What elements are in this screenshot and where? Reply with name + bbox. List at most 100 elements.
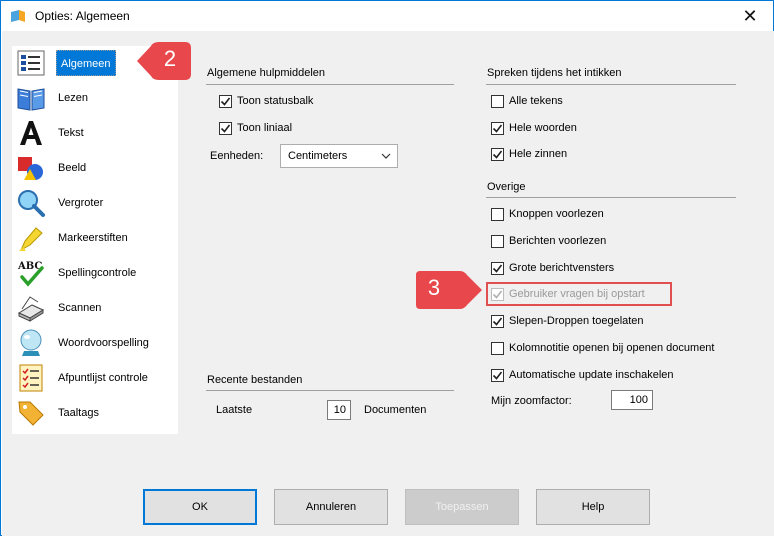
tag-icon: [18, 401, 44, 426]
checkbox-toon-liniaal[interactable]: Toon liniaal: [219, 119, 292, 137]
sidebar-item-label: Algemeen: [56, 50, 116, 76]
checkbox-kolomnotitie[interactable]: Kolomnotitie openen bij openen document: [491, 339, 714, 357]
sidebar-item-markeerstiften[interactable]: Markeerstiften: [12, 221, 178, 255]
sidebar-item-lezen[interactable]: Lezen: [12, 81, 178, 115]
step-callout-3: 3: [414, 265, 482, 315]
checkbox-box: [219, 121, 232, 135]
eenheden-label: Eenheden:: [210, 150, 264, 162]
checkbox-berichten-voorlezen[interactable]: Berichten voorlezen: [491, 232, 606, 250]
close-button[interactable]: ✕: [727, 1, 773, 31]
sidebar-item-scannen[interactable]: Scannen: [12, 291, 178, 325]
cancel-button[interactable]: Annuleren: [274, 489, 388, 525]
checkbox-label: Hele zinnen: [509, 148, 568, 160]
laatste-label: Laatste: [216, 404, 253, 416]
sidebar-item-label: Lezen: [58, 92, 88, 104]
documenten-label: Documenten: [364, 404, 427, 416]
sidebar-item-label: Woordvoorspelling: [58, 337, 149, 349]
group-title-hulpmiddelen: Algemene hulpmiddelen: [207, 67, 326, 79]
group-title-recente: Recente bestanden: [207, 374, 303, 386]
scanner-icon: [17, 296, 45, 322]
magnifier-icon: [18, 190, 45, 217]
apply-button[interactable]: Toepassen: [405, 489, 519, 525]
checkbox-gebruiker-vragen[interactable]: Gebruiker vragen bij opstart: [491, 285, 645, 303]
select-value: Centimeters: [288, 150, 348, 162]
help-button[interactable]: Help: [536, 489, 650, 525]
checkbox-label: Alle tekens: [509, 95, 563, 107]
callout-number: 2: [163, 46, 177, 71]
checkbox-box: [491, 314, 504, 328]
checkbox-alle-tekens[interactable]: Alle tekens: [491, 92, 563, 110]
checkbox-label: Hele woorden: [509, 122, 577, 134]
step-callout-2: 2: [135, 36, 195, 86]
chevron-down-icon: [381, 153, 391, 159]
checkbox-box: [491, 207, 504, 221]
group-divider: [206, 390, 454, 391]
checkbox-hele-zinnen[interactable]: Hele zinnen: [491, 145, 567, 163]
checkmark-icon: [492, 290, 503, 299]
checkbox-knoppen-voorlezen[interactable]: Knoppen voorlezen: [491, 205, 604, 223]
group-divider: [486, 84, 736, 85]
sidebar-item-label: Spellingcontrole: [58, 267, 137, 279]
highlighter-icon: [19, 227, 43, 252]
zoomfactor-label: Mijn zoomfactor:: [491, 395, 572, 407]
sidebar-item-vergroter[interactable]: Vergroter: [12, 186, 178, 220]
checkbox-box: [491, 261, 504, 275]
crystal-ball-icon: [20, 329, 42, 356]
sidebar-item-label: Afpuntlijst controle: [58, 372, 148, 384]
window-title: Opties: Algemeen: [35, 9, 130, 23]
sidebar-item-taaltags[interactable]: Taaltags: [12, 396, 178, 430]
checkbox-box: [491, 287, 504, 301]
letter-a-icon: [20, 121, 42, 145]
checkmark-icon: [492, 264, 503, 273]
checkbox-label: Kolomnotitie openen bij openen document: [509, 342, 715, 354]
category-sidebar: Algemeen Lezen Tekst Beeld Vergroter Mar…: [12, 46, 178, 434]
sidebar-item-woordvoorspelling[interactable]: Woordvoorspelling: [12, 326, 178, 360]
sidebar-item-tekst[interactable]: Tekst: [12, 116, 178, 150]
app-logo-icon: [11, 10, 25, 22]
close-icon: ✕: [742, 5, 758, 26]
checklist-icon: [19, 364, 43, 392]
checkbox-label: Slepen-Droppen toegelaten: [509, 315, 644, 327]
checkmark-icon: [492, 150, 503, 159]
group-title-overige: Overige: [487, 181, 526, 193]
checkbox-slepen-droppen[interactable]: Slepen-Droppen toegelaten: [491, 312, 644, 330]
shapes-icon: [18, 157, 43, 180]
checkmark-icon: [220, 124, 231, 133]
checkmark-icon: [220, 97, 231, 106]
checkbox-label: Berichten voorlezen: [509, 235, 607, 247]
callout-number: 3: [427, 275, 441, 300]
eenheden-select[interactable]: Centimeters: [280, 144, 398, 168]
checkbox-label: Toon statusbalk: [237, 95, 314, 107]
sidebar-item-label: Tekst: [58, 127, 84, 139]
group-divider: [206, 84, 454, 85]
checkbox-label: Automatische update inschakelen: [509, 369, 674, 381]
checkbox-hele-woorden[interactable]: Hele woorden: [491, 119, 577, 137]
ok-button[interactable]: OK: [143, 489, 257, 525]
sidebar-item-label: Vergroter: [58, 197, 104, 209]
sidebar-item-spellingcontrole[interactable]: ABC Spellingcontrole: [12, 256, 178, 290]
book-icon: [17, 88, 45, 111]
sidebar-item-beeld[interactable]: Beeld: [12, 151, 178, 185]
checkbox-toon-statusbalk[interactable]: Toon statusbalk: [219, 92, 313, 110]
checkbox-box: [491, 94, 504, 108]
checkbox-box: [491, 121, 504, 135]
checkbox-grote-berichtvensters[interactable]: Grote berichtvensters: [491, 259, 614, 277]
checkbox-box: [491, 341, 504, 355]
checkmark-icon: [492, 371, 503, 380]
dialog-body: Algemeen Lezen Tekst Beeld Vergroter Mar…: [2, 31, 774, 536]
sidebar-item-label: Beeld: [58, 162, 87, 174]
zoomfactor-input[interactable]: 100: [611, 390, 653, 410]
options-list-icon: [17, 50, 45, 76]
checkbox-box: [491, 234, 504, 248]
sidebar-item-afpuntlijst[interactable]: Afpuntlijst controle: [12, 361, 178, 395]
sidebar-item-label: Scannen: [58, 302, 102, 314]
laatste-input[interactable]: 10: [327, 400, 351, 420]
checkmark-icon: [492, 124, 503, 133]
sidebar-item-label: Markeerstiften: [58, 232, 128, 244]
checkmark-icon: [492, 317, 503, 326]
options-dialog: Opties: Algemeen ✕ Algemeen Lezen Tekst …: [0, 0, 774, 536]
checkbox-label: Knoppen voorlezen: [509, 208, 604, 220]
checkbox-box: [491, 147, 504, 161]
checkbox-automatische-update[interactable]: Automatische update inschakelen: [491, 366, 674, 384]
checkbox-box: [219, 94, 232, 108]
